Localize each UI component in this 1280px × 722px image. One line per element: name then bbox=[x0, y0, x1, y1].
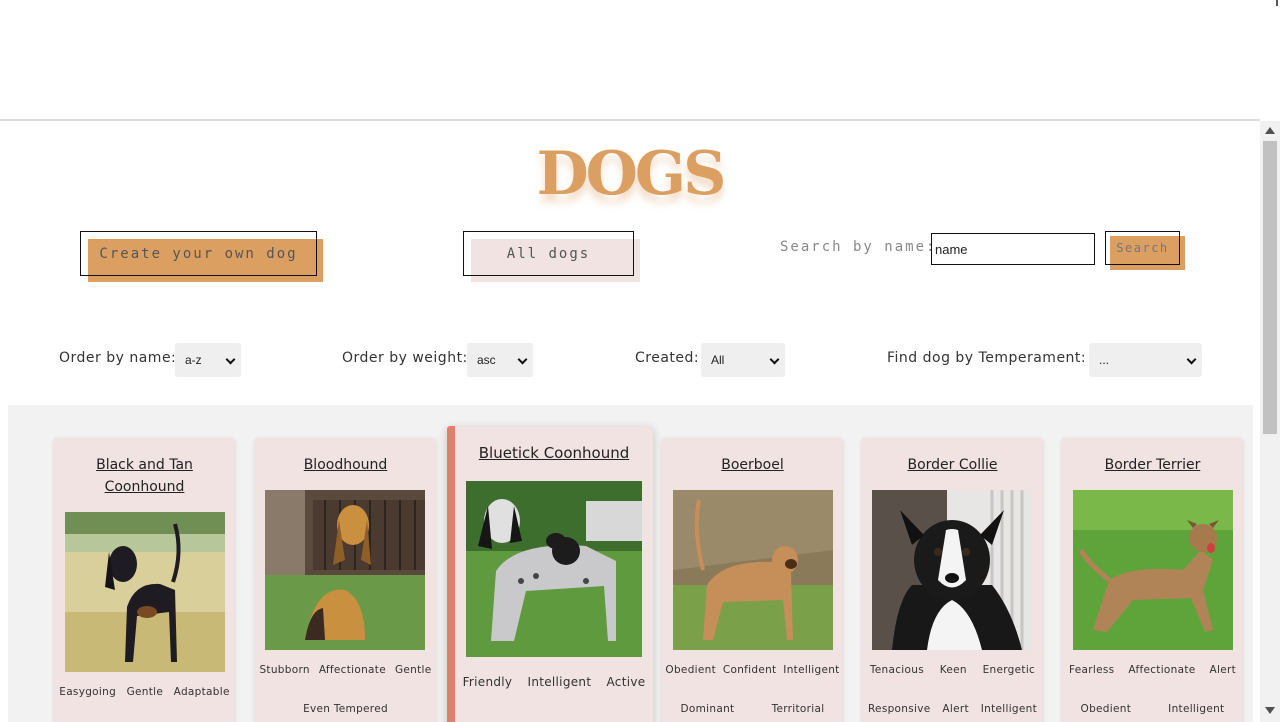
dog-card-title[interactable]: Bloodhound bbox=[255, 454, 436, 476]
temperament-tag: Energetic bbox=[982, 664, 1036, 676]
scroll-up-arrow-icon[interactable] bbox=[1265, 127, 1275, 134]
search-button[interactable]: Search bbox=[1105, 231, 1180, 265]
dog-card[interactable]: Bloodhound Stubborn Affectionate Gentle … bbox=[255, 438, 436, 722]
order-name-select[interactable]: a-z bbox=[175, 343, 241, 377]
dog-card-title[interactable]: Border Collie bbox=[862, 454, 1043, 476]
temperament-list: Obedient Confident Intelligent bbox=[662, 664, 843, 676]
temperament-tag: Affectionate bbox=[1128, 664, 1196, 676]
temperament-tag: Gentle bbox=[126, 686, 164, 698]
created-select[interactable]: All bbox=[701, 343, 785, 377]
chevron-down-icon bbox=[517, 354, 528, 365]
dog-photo bbox=[466, 481, 642, 657]
dog-photo bbox=[65, 512, 225, 672]
temperament-tag: Alert bbox=[942, 703, 969, 715]
temperament-tag: Intelligent bbox=[1168, 703, 1225, 715]
order-weight-value: asc bbox=[477, 353, 496, 367]
window-corner-mark bbox=[1276, 0, 1278, 6]
search-input[interactable] bbox=[931, 233, 1095, 265]
temperament-tag: Keen bbox=[939, 664, 967, 676]
scrollbar-thumb[interactable] bbox=[1263, 141, 1277, 434]
chevron-down-icon bbox=[769, 354, 780, 365]
create-dog-button[interactable]: Create your own dog bbox=[80, 231, 317, 276]
temperament-tag: Stubborn bbox=[259, 664, 310, 676]
page-title: DOGS bbox=[536, 139, 727, 209]
dog-card[interactable]: Black and Tan Coonhound Easygoing Gentle bbox=[54, 438, 235, 722]
temperament-list-2: Dominant Territorial bbox=[662, 703, 843, 715]
chevron-down-icon bbox=[225, 354, 236, 365]
temperament-list: Friendly Intelligent Active bbox=[455, 675, 653, 689]
temperament-tag: Obedient bbox=[1080, 703, 1132, 715]
temperament-tag: Affectionate bbox=[318, 664, 386, 676]
temperament-list: Tenacious Keen Energetic bbox=[862, 664, 1043, 676]
order-name-value: a-z bbox=[185, 353, 202, 367]
temperament-tag: Easygoing bbox=[59, 686, 117, 698]
order-weight-label: Order by weight: bbox=[342, 350, 468, 366]
all-dogs-button-wrap: All dogs bbox=[463, 231, 640, 282]
temperament-tag: Active bbox=[606, 675, 646, 689]
temperament-tag: Tenacious bbox=[869, 664, 924, 676]
dog-photo bbox=[1073, 490, 1233, 650]
temperament-tag: Even Tempered bbox=[303, 703, 388, 715]
dog-card-highlighted[interactable]: Bluetick Coonhound Friendly Intelligent bbox=[447, 426, 653, 722]
dog-card[interactable]: Boerboel Obedient Confident Intelligent bbox=[662, 438, 843, 722]
dog-photo bbox=[872, 490, 1032, 650]
temperament-tag: Adaptable bbox=[173, 686, 230, 698]
temperament-list: Fearless Affectionate Alert bbox=[1062, 664, 1243, 676]
dog-card[interactable]: Border Terrier Fearless Affectionate Ale… bbox=[1062, 438, 1243, 722]
temperament-list-2: Obedient Intelligent bbox=[1062, 703, 1243, 715]
dog-card[interactable]: Border Collie Tenacious Keen Energetic R… bbox=[862, 438, 1043, 722]
dog-card-title[interactable]: Bluetick Coonhound bbox=[455, 442, 653, 464]
temperament-tag: Intelligent bbox=[783, 664, 840, 676]
temperament-label: Find dog by Temperament: bbox=[887, 350, 1087, 366]
search-button-wrap: Search bbox=[1105, 231, 1185, 270]
temperament-tag: Confident bbox=[722, 664, 777, 676]
dog-cards-area: Black and Tan Coonhound Easygoing Gentle bbox=[8, 405, 1253, 722]
temperament-list-2: Even Tempered bbox=[255, 703, 436, 715]
temperament-select[interactable]: ... bbox=[1089, 343, 1202, 377]
temperament-list: Easygoing Gentle Adaptable bbox=[54, 686, 235, 698]
temperament-list: Stubborn Affectionate Gentle bbox=[255, 664, 436, 676]
create-dog-button-wrap: Create your own dog bbox=[80, 231, 323, 282]
temperament-tag: Intelligent bbox=[980, 703, 1038, 715]
chevron-down-icon bbox=[1186, 354, 1197, 365]
temperament-tag: Friendly bbox=[462, 675, 513, 689]
temperament-tag: Fearless bbox=[1068, 664, 1115, 676]
temperament-tag: Alert bbox=[1209, 664, 1236, 676]
all-dogs-button[interactable]: All dogs bbox=[463, 231, 634, 276]
temperament-tag: Obedient bbox=[665, 664, 717, 676]
browser-blank-area bbox=[0, 0, 1280, 119]
dog-card-title[interactable]: Black and Tan Coonhound bbox=[54, 454, 235, 498]
dog-card-title[interactable]: Boerboel bbox=[662, 454, 843, 476]
dog-card-title[interactable]: Border Terrier bbox=[1062, 454, 1243, 476]
order-weight-select[interactable]: asc bbox=[467, 343, 533, 377]
temperament-list-2: Responsive Alert Intelligent bbox=[862, 703, 1043, 715]
temperament-tag: Territorial bbox=[771, 703, 825, 715]
dog-photo bbox=[265, 490, 425, 650]
vertical-scrollbar[interactable] bbox=[1260, 121, 1280, 722]
created-value: All bbox=[711, 353, 725, 367]
scroll-down-arrow-icon[interactable] bbox=[1265, 707, 1275, 714]
temperament-tag: Gentle bbox=[394, 664, 432, 676]
order-name-label: Order by name: bbox=[59, 350, 177, 366]
dog-photo bbox=[673, 490, 833, 650]
temperament-tag: Intelligent bbox=[527, 675, 592, 689]
search-label: Search by name: bbox=[780, 239, 937, 255]
temperament-tag: Responsive bbox=[867, 703, 931, 715]
created-label: Created: bbox=[635, 350, 700, 366]
temperament-tag: Dominant bbox=[680, 703, 735, 715]
page-viewport: DOGS Create your own dog All dogs Search… bbox=[0, 121, 1260, 722]
temperament-value: ... bbox=[1099, 353, 1110, 367]
